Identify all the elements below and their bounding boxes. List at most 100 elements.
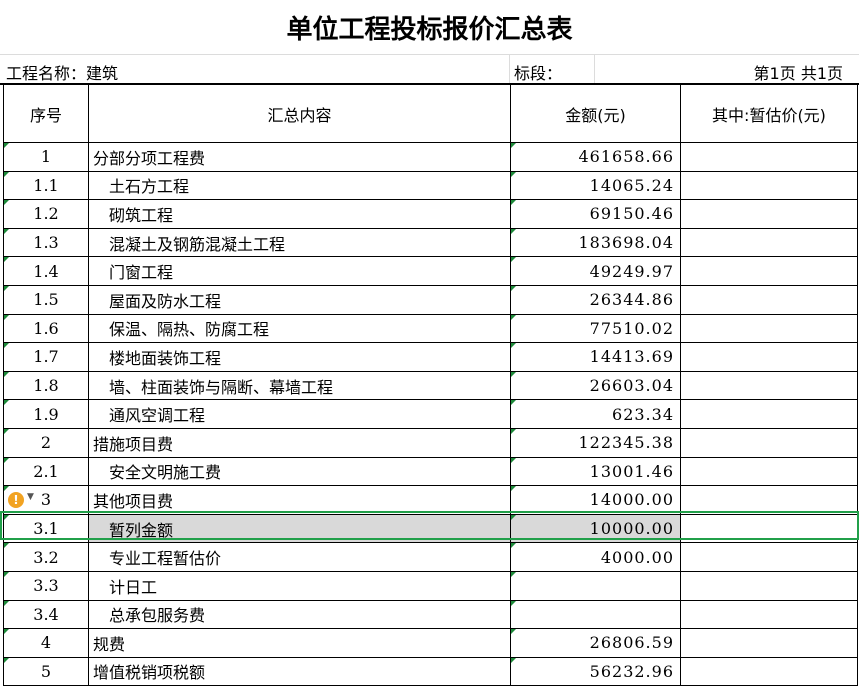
cell-content[interactable]: 规费 bbox=[88, 628, 511, 658]
cell-amount[interactable]: 14413.69 bbox=[510, 342, 681, 372]
cell-divider bbox=[594, 54, 595, 83]
cell-provisional[interactable] bbox=[680, 313, 858, 344]
cell-provisional[interactable] bbox=[680, 570, 858, 601]
table-row: 3.2 专业工程暂估价 4000.00 bbox=[3, 542, 858, 572]
cell-seq[interactable]: 3.2 bbox=[3, 542, 89, 572]
cell-content[interactable]: 通风空调工程 bbox=[88, 399, 511, 429]
header-provisional[interactable]: 其中:暂估价(元) bbox=[680, 84, 858, 143]
table-row: 3 其他项目费 14000.00 bbox=[3, 485, 858, 515]
page-info: 第1页 共1页 bbox=[753, 64, 843, 83]
cell-content[interactable]: 楼地面装饰工程 bbox=[88, 342, 511, 372]
cell-amount[interactable]: 49249.97 bbox=[510, 256, 681, 286]
cell-amount[interactable]: 26603.04 bbox=[510, 370, 681, 401]
table-row: 3.3 计日工 bbox=[3, 570, 858, 601]
sheet-title: 单位工程投标报价汇总表 bbox=[0, 0, 859, 55]
header-amount[interactable]: 金额(元) bbox=[510, 84, 681, 143]
warning-icon[interactable]: ! bbox=[8, 492, 24, 508]
cell-seq[interactable]: 1.3 bbox=[3, 227, 89, 258]
cell-provisional[interactable] bbox=[680, 199, 858, 229]
cell-amount[interactable] bbox=[510, 599, 681, 630]
cell-provisional[interactable] bbox=[680, 142, 858, 172]
cell-content[interactable]: 保温、隔热、防腐工程 bbox=[88, 313, 511, 344]
cell-content[interactable]: 暂列金额 bbox=[88, 513, 511, 544]
cell-seq[interactable]: 3.3 bbox=[3, 570, 89, 601]
cell-content[interactable]: 分部分项工程费 bbox=[88, 142, 511, 172]
cell-provisional[interactable] bbox=[680, 227, 858, 258]
cell-seq[interactable]: 5 bbox=[3, 656, 89, 686]
cell-amount[interactable]: 183698.04 bbox=[510, 227, 681, 258]
cell-amount[interactable]: 122345.38 bbox=[510, 427, 681, 458]
cell-seq[interactable]: 1.6 bbox=[3, 313, 89, 344]
table-row: 3.4 总承包服务费 bbox=[3, 599, 858, 630]
table-row: 1.6 保温、隔热、防腐工程 77510.02 bbox=[3, 313, 858, 344]
cell-seq[interactable]: 3.1 bbox=[3, 513, 89, 544]
chevron-down-icon[interactable]: ▼ bbox=[27, 492, 34, 502]
cell-seq[interactable]: 1.1 bbox=[3, 170, 89, 201]
cell-amount[interactable]: 10000.00 bbox=[510, 513, 681, 544]
cell-provisional[interactable] bbox=[680, 170, 858, 201]
cell-content[interactable]: 砌筑工程 bbox=[88, 199, 511, 229]
sheet-meta-row: 工程名称：建筑 标段： 第1页 共1页 bbox=[0, 54, 859, 85]
cell-provisional[interactable] bbox=[680, 485, 858, 515]
table-row: 1.7 楼地面装饰工程 14413.69 bbox=[3, 342, 858, 372]
cell-provisional[interactable] bbox=[680, 399, 858, 429]
header-seq[interactable]: 序号 bbox=[3, 84, 89, 143]
cell-provisional[interactable] bbox=[680, 342, 858, 372]
cell-amount[interactable]: 56232.96 bbox=[510, 656, 681, 686]
table-row: 1.3 混凝土及钢筋混凝土工程 183698.04 bbox=[3, 227, 858, 258]
cell-seq[interactable]: 1 bbox=[3, 142, 89, 172]
cell-seq[interactable]: 1.5 bbox=[3, 284, 89, 315]
table-row: 1.8 墙、柱面装饰与隔断、幕墙工程 26603.04 bbox=[3, 370, 858, 401]
cell-amount[interactable]: 77510.02 bbox=[510, 313, 681, 344]
cell-provisional[interactable] bbox=[680, 456, 858, 487]
cell-seq[interactable]: 1.7 bbox=[3, 342, 89, 372]
table-row: 1.1 土石方工程 14065.24 bbox=[3, 170, 858, 201]
cell-content[interactable]: 总承包服务费 bbox=[88, 599, 511, 630]
table-row: 1.4 门窗工程 49249.97 bbox=[3, 256, 858, 286]
cell-seq[interactable]: 1.4 bbox=[3, 256, 89, 286]
table-row: 5 增值税销项税额 56232.96 bbox=[3, 656, 858, 686]
cell-content[interactable]: 门窗工程 bbox=[88, 256, 511, 286]
cell-provisional[interactable] bbox=[680, 370, 858, 401]
cell-amount[interactable]: 26344.86 bbox=[510, 284, 681, 315]
cell-content[interactable]: 安全文明施工费 bbox=[88, 456, 511, 487]
table-row: 3.1 暂列金额 10000.00 bbox=[3, 513, 858, 544]
cell-provisional[interactable] bbox=[680, 656, 858, 686]
table-header-row: 序号 汇总内容 金额(元) 其中:暂估价(元) bbox=[3, 84, 858, 143]
table-row: 4 规费 26806.59 bbox=[3, 628, 858, 658]
cell-seq[interactable]: 1.8 bbox=[3, 370, 89, 401]
cell-content[interactable]: 其他项目费 bbox=[88, 485, 511, 515]
cell-amount[interactable]: 4000.00 bbox=[510, 542, 681, 572]
cell-content[interactable]: 混凝土及钢筋混凝土工程 bbox=[88, 227, 511, 258]
cell-content[interactable]: 土石方工程 bbox=[88, 170, 511, 201]
cell-amount[interactable]: 14000.00 bbox=[510, 485, 681, 515]
cell-content[interactable]: 措施项目费 bbox=[88, 427, 511, 458]
cell-seq[interactable]: 2.1 bbox=[3, 456, 89, 487]
cell-amount[interactable]: 14065.24 bbox=[510, 170, 681, 201]
cell-amount[interactable]: 623.34 bbox=[510, 399, 681, 429]
cell-content[interactable]: 增值税销项税额 bbox=[88, 656, 511, 686]
cell-seq[interactable]: 4 bbox=[3, 628, 89, 658]
header-content[interactable]: 汇总内容 bbox=[88, 84, 511, 143]
cell-seq[interactable]: 3.4 bbox=[3, 599, 89, 630]
cell-seq[interactable]: 1.2 bbox=[3, 199, 89, 229]
cell-content[interactable]: 专业工程暂估价 bbox=[88, 542, 511, 572]
cell-content[interactable]: 墙、柱面装饰与隔断、幕墙工程 bbox=[88, 370, 511, 401]
cell-amount[interactable]: 13001.46 bbox=[510, 456, 681, 487]
cell-provisional[interactable] bbox=[680, 427, 858, 458]
cell-provisional[interactable] bbox=[680, 628, 858, 658]
cell-provisional[interactable] bbox=[680, 256, 858, 286]
cell-amount[interactable]: 26806.59 bbox=[510, 628, 681, 658]
cell-content[interactable]: 计日工 bbox=[88, 570, 511, 601]
cell-amount[interactable]: 461658.66 bbox=[510, 142, 681, 172]
cell-provisional[interactable] bbox=[680, 599, 858, 630]
cell-content[interactable]: 屋面及防水工程 bbox=[88, 284, 511, 315]
cell-provisional[interactable] bbox=[680, 284, 858, 315]
cell-provisional[interactable] bbox=[680, 542, 858, 572]
cell-seq[interactable]: 1.9 bbox=[3, 399, 89, 429]
cell-amount[interactable] bbox=[510, 570, 681, 601]
cell-provisional[interactable] bbox=[680, 513, 858, 544]
table-row: 2.1 安全文明施工费 13001.46 bbox=[3, 456, 858, 487]
cell-seq[interactable]: 2 bbox=[3, 427, 89, 458]
cell-amount[interactable]: 69150.46 bbox=[510, 199, 681, 229]
